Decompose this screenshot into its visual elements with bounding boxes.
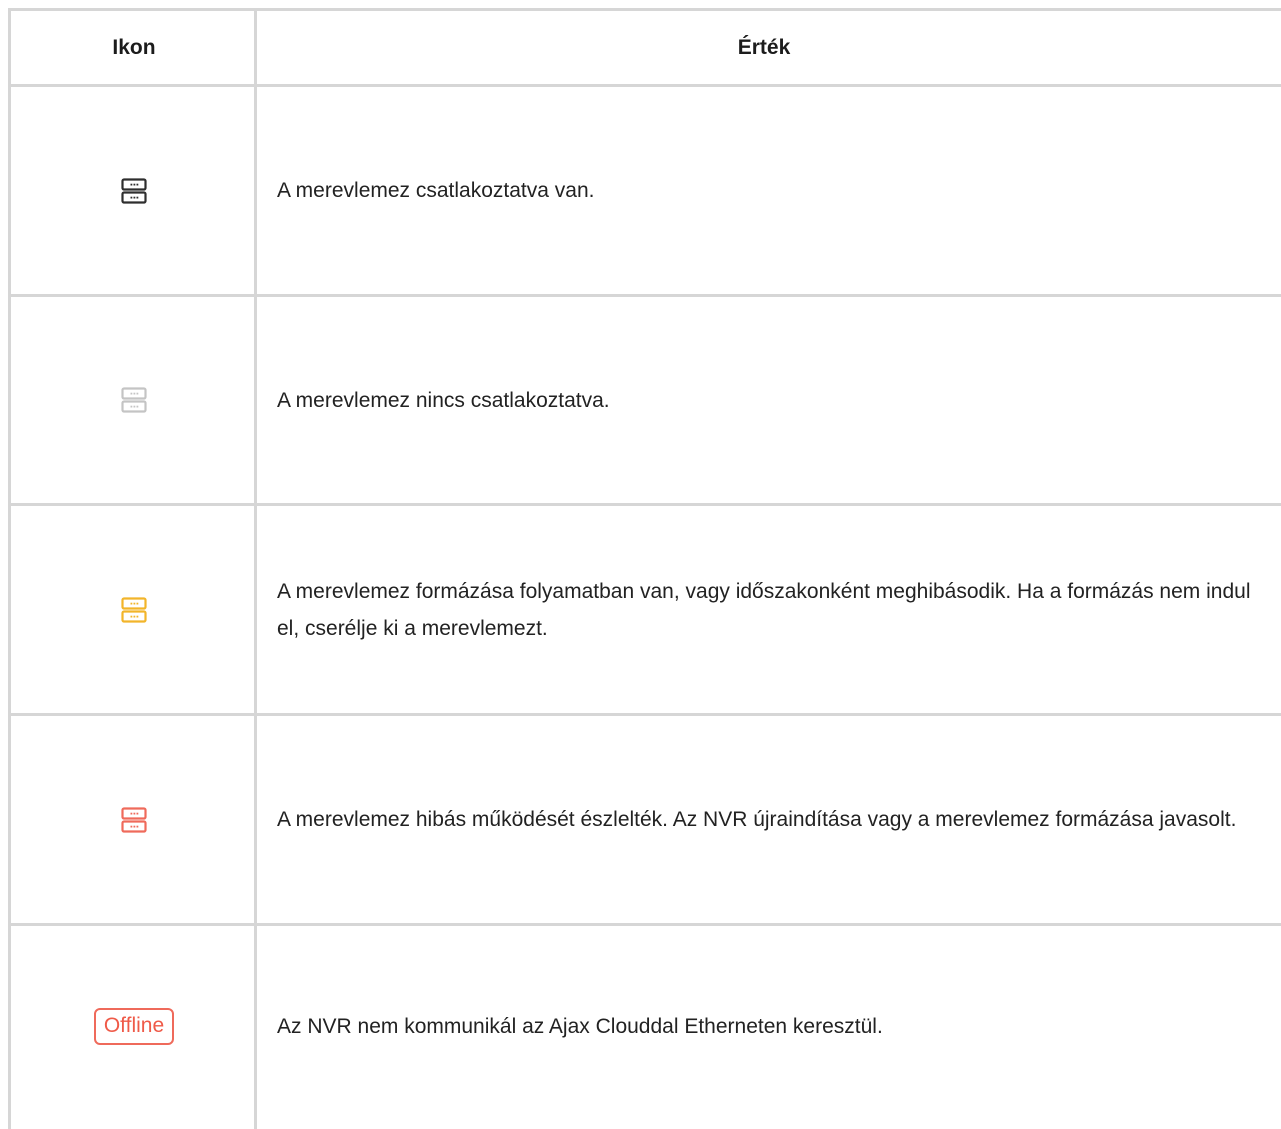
row-description: A merevlemez hibás működését észlelték. …: [277, 808, 1237, 831]
table-row-value-cell: Az NVR nem kommunikál az Ajax Clouddal E…: [257, 926, 1281, 1126]
row-description: A merevlemez formázása folyamatban van, …: [277, 579, 1251, 640]
table-row-icon-cell: [11, 506, 257, 713]
header-icon-label: Ikon: [112, 35, 156, 59]
hdd-icon: [121, 596, 147, 623]
header-icon-column: Ikon: [11, 11, 257, 84]
table-row-icon-cell: [11, 297, 257, 503]
hdd-icon: [121, 177, 147, 204]
row-description: A merevlemez nincs csatlakoztatva.: [277, 388, 610, 412]
table-row-value-cell: A merevlemez csatlakoztatva van.: [257, 87, 1281, 294]
table-row-value-cell: A merevlemez hibás működését észlelték. …: [257, 716, 1281, 923]
hdd-icon: [121, 387, 147, 413]
table-row-icon-cell: [11, 716, 257, 923]
offline-badge: Offline: [93, 1007, 175, 1045]
table-row-icon-cell: Offline: [11, 926, 257, 1126]
row-description: A merevlemez csatlakoztatva van.: [277, 179, 595, 202]
table-row-icon-cell: [11, 87, 257, 294]
row-description: Az NVR nem kommunikál az Ajax Clouddal E…: [277, 1014, 883, 1038]
hdd-icon: [121, 806, 147, 833]
status-icons-table: Ikon Érték A merevlemez csatlakoztatva v…: [8, 8, 1281, 1129]
header-value-column: Érték: [257, 11, 1281, 84]
table-row-value-cell: A merevlemez nincs csatlakoztatva.: [257, 297, 1281, 503]
table-row-value-cell: A merevlemez formázása folyamatban van, …: [257, 506, 1281, 713]
header-value-label: Érték: [737, 36, 791, 59]
